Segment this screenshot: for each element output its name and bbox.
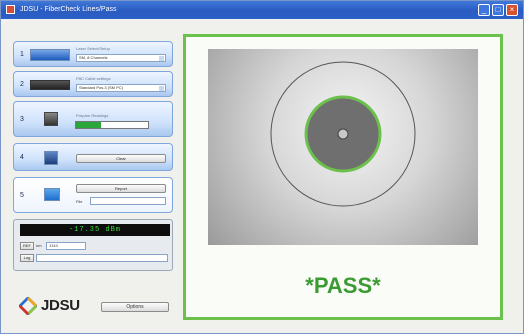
app-window: JDSU - FiberCheck Lines/Pass _ □ × 1 Las… <box>0 0 524 334</box>
capture-icon[interactable] <box>44 151 58 165</box>
chevron-down-icon <box>159 56 164 61</box>
step-label: FBC Cable settings <box>76 76 111 81</box>
window-title: JDSU - FiberCheck Lines/Pass <box>20 6 117 13</box>
wavelength-select[interactable]: 1310 <box>46 242 86 250</box>
options-button[interactable]: Options <box>101 302 169 312</box>
select-value: SM, 8 Channels <box>79 55 108 60</box>
step-label: Laser Select/Setup <box>76 46 110 51</box>
probe-icon[interactable] <box>44 112 58 126</box>
step-label: Prepare Readings <box>76 113 109 118</box>
file-label: File <box>76 199 83 204</box>
jdsu-logo: JDSU <box>19 295 99 317</box>
fiber-endface-rings <box>270 61 416 207</box>
logo-text: JDSU <box>41 297 80 314</box>
chevron-down-icon <box>159 86 164 91</box>
step-3-prepare: 3 Prepare Readings <box>13 101 173 137</box>
log-button[interactable]: Log <box>20 254 34 262</box>
report-button[interactable]: Report <box>76 184 166 193</box>
jdsu-logo-icon <box>19 297 37 315</box>
progress-bar <box>75 121 149 129</box>
step-4-clear: 4 Clear <box>13 143 173 171</box>
laser-source-icon <box>30 49 70 61</box>
fiber-core <box>337 128 349 140</box>
step-5-report: 5 Report File <box>13 177 173 213</box>
step-number: 4 <box>20 154 24 161</box>
minimize-icon[interactable]: _ <box>478 4 490 16</box>
result-panel: *PASS* <box>183 34 503 320</box>
step-1-laser-setup: 1 Laser Select/Setup SM, 8 Channels <box>13 41 173 67</box>
clear-button[interactable]: Clear <box>76 154 166 163</box>
power-meter-panel: -17.35 dBm REF nm 1310 Log <box>13 219 173 271</box>
unit-label: nm <box>36 243 42 248</box>
power-reading: -17.35 dBm <box>20 224 170 236</box>
cable-settings-select[interactable]: Standard Pos.3 (SM PC) <box>76 84 166 92</box>
step-number: 1 <box>20 51 24 58</box>
pass-status: *PASS* <box>305 273 381 298</box>
step-number: 5 <box>20 192 24 199</box>
step-2-cable-settings: 2 FBC Cable settings Standard Pos.3 (SM … <box>13 71 173 97</box>
file-field[interactable] <box>90 197 166 205</box>
folder-icon[interactable] <box>44 188 60 201</box>
app-icon <box>6 5 15 14</box>
ref-button[interactable]: REF <box>20 242 34 250</box>
step-number: 2 <box>20 81 24 88</box>
step-number: 3 <box>20 116 24 123</box>
select-value: Standard Pos.3 (SM PC) <box>79 85 124 90</box>
fiber-connector-icon <box>30 80 70 90</box>
fiber-endface-image <box>208 49 478 245</box>
title-bar: JDSU - FiberCheck Lines/Pass _ □ × <box>1 1 523 19</box>
progress-fill <box>76 122 102 128</box>
close-icon[interactable]: × <box>506 4 518 16</box>
maximize-icon[interactable]: □ <box>492 4 504 16</box>
log-field[interactable] <box>36 254 168 262</box>
laser-setup-select[interactable]: SM, 8 Channels <box>76 54 166 62</box>
wavelength-value: 1310 <box>49 243 58 248</box>
